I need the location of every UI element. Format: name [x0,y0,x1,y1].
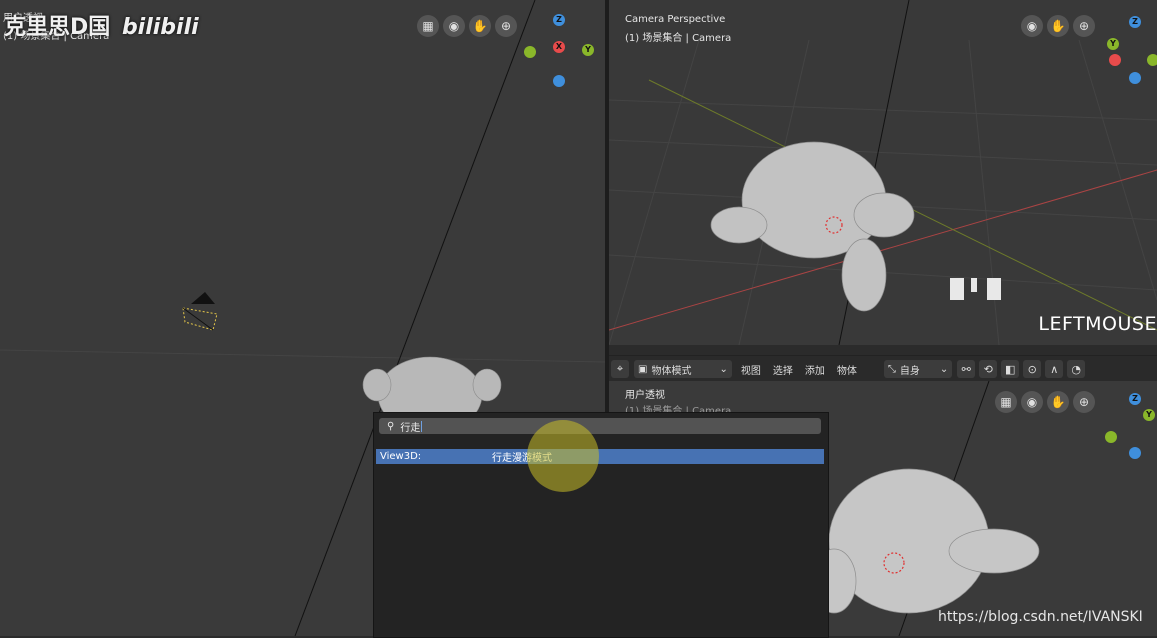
camera-object [182,292,218,331]
camera-view-icon[interactable]: ◉ [1021,391,1043,413]
zoom-icon[interactable]: ⊕ [1073,15,1095,37]
cube-icon: ▣ [638,363,648,375]
viewport-nav-buttons: ▦ ◉ ✋ ⊕ [417,15,517,37]
gizmo-z[interactable]: Z [1129,393,1141,405]
blog-url-watermark: https://blog.csdn.net/IVANSKI [938,609,1143,625]
gizmo-neg-y[interactable] [524,46,536,58]
camera-viewport-scene [609,0,1157,345]
viewport-nav-buttons: ◉ ✋ ⊕ [1021,15,1095,37]
snap-icon[interactable]: ⟲ [979,360,998,378]
camera-view-icon[interactable]: ◉ [1021,15,1043,37]
navigation-gizmo[interactable]: Z Y [1103,389,1157,459]
pan-hand-icon[interactable]: ✋ [1047,391,1069,413]
pivot-label: 自身 [899,365,920,377]
zoom-icon[interactable]: ⊕ [495,15,517,37]
search-input[interactable]: ⚲ 行走 [379,418,821,434]
proportional-edit-icon[interactable]: ⊙ [1023,360,1042,378]
visibility-eye-icon[interactable]: ◔ [1067,360,1086,378]
result-category: View3D: [380,451,422,462]
pivot-select[interactable]: ⤡ 自身 ⌄ [883,360,953,378]
menu-select[interactable]: 选择 [767,362,799,377]
menu-add[interactable]: 添加 [799,362,831,377]
gizmo-z[interactable]: Z [1129,16,1141,28]
monkey-mesh-camera [710,141,915,312]
text-cursor [421,420,423,432]
key-overlay: LEFTMOUSE [1038,313,1157,335]
transform-orientation-icon: ⤡ [887,363,896,375]
search-result-item[interactable]: View3D: 行走漫游模式 [376,449,824,464]
pan-hand-icon[interactable]: ✋ [1047,15,1069,37]
chevron-down-icon: ⌄ [939,363,949,375]
gizmo-neg-y[interactable] [1105,431,1117,443]
grid-icon[interactable]: ▦ [417,15,439,37]
mouse-cursor-highlight [527,420,599,492]
gizmo-y[interactable]: Y [582,44,594,56]
menu-view[interactable]: 视图 [735,362,767,377]
chevron-down-icon: ⌄ [719,363,728,375]
editor-type-icon[interactable]: ⌖ [611,360,629,378]
gizmo-neg-z[interactable] [1129,447,1141,459]
mode-select[interactable]: ▣ 物体模式 ⌄ [634,360,732,378]
gizmo-neg-z[interactable] [1129,72,1141,84]
gizmo-neg-x[interactable] [1109,54,1121,66]
gizmo-neg-y[interactable] [1147,54,1157,66]
gizmo-y[interactable]: Y [1143,409,1155,421]
gizmo-y[interactable]: Y [1107,38,1119,50]
viewport-header: ⌖ ▣ 物体模式 ⌄ 视图 选择 添加 物体 ⤡ 自身 ⌄ ⚯ ⟲ ◧ ⊙ ∧ … [609,355,1157,383]
search-icon: ⚲ [387,420,395,432]
menu-object[interactable]: 物体 [831,362,863,377]
navigation-gizmo[interactable]: Z X Y [522,14,594,87]
navigation-gizmo[interactable]: Z Y [1103,14,1157,84]
viewport-nav-buttons: ▦ ◉ ✋ ⊕ [995,391,1095,413]
channel-name: 克里思D国 [4,15,111,40]
viewport-subtitle: (1) 场景集合 | Camera [625,33,732,44]
camera-3d-viewport[interactable]: Camera Perspective (1) 场景集合 | Camera ◉ ✋… [609,0,1157,345]
link-icon[interactable]: ⚯ [957,360,976,378]
falloff-icon[interactable]: ∧ [1045,360,1064,378]
operator-search-popup: ⚲ 行走 View3D: 行走漫游模式 [373,412,829,638]
monkey-mesh-user [811,468,1040,614]
zoom-icon[interactable]: ⊕ [1073,391,1095,413]
video-watermark: 克里思D国 bilibili [4,9,199,41]
viewport-title: 用户透视 [625,390,665,401]
pan-hand-icon[interactable]: ✋ [469,15,491,37]
gizmo-x[interactable]: X [553,41,565,53]
camera-view-icon[interactable]: ◉ [443,15,465,37]
search-query: 行走 [400,422,421,434]
mode-label: 物体模式 [651,365,692,377]
snap-target-icon[interactable]: ◧ [1001,360,1020,378]
gizmo-neg-z[interactable] [553,75,565,87]
viewport-title: Camera Perspective [625,14,726,25]
site-logo: bilibili [121,15,199,40]
gizmo-z[interactable]: Z [553,14,565,26]
grid-icon[interactable]: ▦ [995,391,1017,413]
